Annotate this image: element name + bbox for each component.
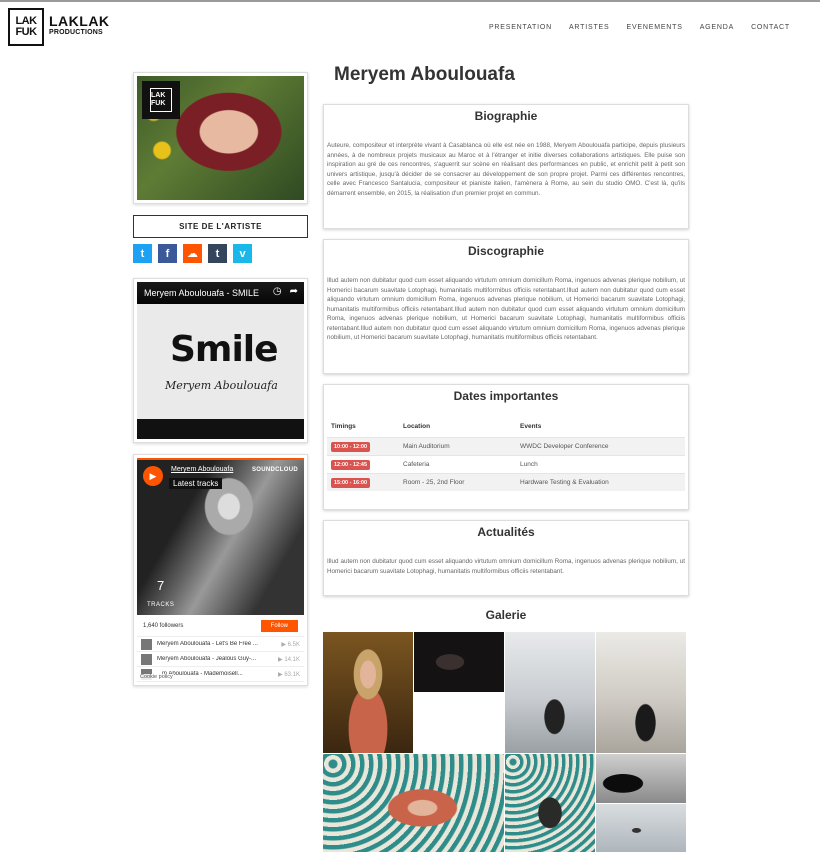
gallery-photo[interactable]	[505, 754, 595, 852]
brand-name: LAKLAK	[49, 13, 110, 29]
col-events: Events	[520, 423, 542, 430]
time-badge: 10:00 - 12:00	[331, 442, 371, 452]
news-card: Actualités Illud autem non dubitatur quo…	[323, 520, 689, 596]
nav-contact[interactable]: CONTACT	[751, 24, 790, 31]
logo-mark: LA K FU K	[8, 8, 44, 46]
watch-later-icon[interactable]: ◷	[273, 286, 282, 297]
artist-photo: LAK FUK	[137, 76, 304, 200]
table-cell: Cafeteria	[399, 455, 516, 474]
track-row[interactable]: Meryem Aboulouafa - Let's Be Free ... ▶ 6…	[137, 637, 304, 652]
table-row: 12:00 - 12:45 Cafeteria Lunch	[327, 455, 685, 474]
video-thumbnail[interactable]: Smile Meryem Aboulouafa	[137, 304, 304, 419]
video-art-subtitle: Meryem Aboulouafa	[165, 379, 278, 392]
site-header: LA K FU K LAKLAK PRODUCTIONS PRESENTATION …	[0, 2, 820, 52]
table-row: 10:00 - 12:00 Main Auditorium WWDC Devel…	[327, 437, 685, 456]
follow-button[interactable]: Follow	[260, 619, 298, 632]
youtube-player[interactable]: Smile Meryem Aboulouafa Meryem Aboulouaf…	[137, 282, 304, 439]
video-art-title: Smile	[170, 329, 279, 370]
table-cell: Hardware Testing & Evaluation	[516, 473, 685, 491]
table-cell: Main Auditorium	[399, 437, 516, 456]
table-cell: WWDC Developer Conference	[516, 437, 685, 456]
share-icon[interactable]: ➦	[290, 286, 298, 297]
gallery-photo[interactable]	[596, 804, 686, 852]
dates-table: Timings Location Events 10:00 - 12:00 Ma…	[327, 419, 685, 491]
track-thumbnail	[141, 653, 152, 665]
biography-card: Biographie Auteure, compositeur et inter…	[323, 104, 689, 229]
track-thumbnail	[141, 638, 152, 650]
soundcloud-footer: 1,640 followers Follow Meryem Aboulouafa…	[137, 615, 304, 682]
soundcloud-artist-link[interactable]: Meryem Aboulouafa	[171, 466, 233, 473]
col-timings: Timings	[331, 423, 356, 430]
photo-logo-badge: LAK FUK	[142, 81, 180, 119]
tumblr-icon[interactable]: t	[208, 244, 227, 263]
main-nav: PRESENTATION ARTISTES EVENEMENTS AGENDA …	[489, 24, 790, 31]
discography-text: Illud autem non dubitatur quod cum esset…	[327, 277, 685, 341]
discography-title: Discographie	[467, 244, 545, 258]
vimeo-icon[interactable]: v	[233, 244, 252, 263]
nav-artistes[interactable]: ARTISTES	[569, 24, 610, 31]
page-title: Meryem Aboulouafa	[334, 64, 515, 85]
news-text: Illud autem non dubitatur quod cum esset…	[327, 558, 685, 575]
photo-gallery	[323, 632, 689, 852]
dates-title: Dates importantes	[453, 389, 559, 403]
artist-main: Meryem Aboulouafa Biographie Auteure, co…	[323, 64, 689, 852]
twitter-icon[interactable]: t	[133, 244, 152, 263]
gallery-photo[interactable]	[323, 754, 504, 852]
soundcloud-icon[interactable]: ☁	[183, 244, 202, 263]
gallery-title: Galerie	[485, 608, 527, 622]
track-row[interactable]: Meryem Aboulouafa - Jealous Guy-... ▶ 14.…	[137, 652, 304, 667]
followers-count: 1,640 followers	[143, 622, 184, 629]
facebook-icon[interactable]: f	[158, 244, 177, 263]
gallery-photo[interactable]	[414, 632, 504, 692]
nav-presentation[interactable]: PRESENTATION	[489, 24, 552, 31]
track-count: 7 TRACKS	[147, 578, 175, 608]
gallery-photo[interactable]	[323, 632, 413, 753]
brand-logo[interactable]: LA K FU K LAKLAK PRODUCTIONS	[8, 8, 110, 46]
soundcloud-player: ▶ Meryem Aboulouafa Latest tracks SOUNDC…	[137, 458, 304, 682]
col-location: Location	[403, 423, 431, 430]
time-badge: 15:00 - 16:00	[331, 478, 371, 488]
time-badge: 12:00 - 12:45	[331, 460, 371, 470]
soundcloud-brand[interactable]: SOUNDCLOUD	[252, 467, 298, 473]
artist-sidebar: LAK FUK SITE DE L'ARTISTE t f ☁ t v Smil…	[133, 72, 308, 686]
cookie-policy-link[interactable]: Cookie policy	[139, 674, 174, 680]
dates-card: Dates importantes Timings Location Event…	[323, 384, 689, 510]
table-row: 15:00 - 16:00 Room - 25, 2nd Floor Hardw…	[327, 473, 685, 491]
artist-site-button[interactable]: SITE DE L'ARTISTE	[133, 215, 308, 238]
gallery-photo[interactable]	[596, 632, 686, 753]
video-embed-card: Smile Meryem Aboulouafa Meryem Aboulouaf…	[133, 278, 308, 443]
nav-agenda[interactable]: AGENDA	[700, 24, 734, 31]
gallery-photo[interactable]	[596, 754, 686, 803]
news-title: Actualités	[477, 525, 535, 539]
nav-evenements[interactable]: EVENEMENTS	[626, 24, 682, 31]
play-icon[interactable]: ▶	[143, 466, 163, 486]
table-cell: Room - 25, 2nd Floor	[399, 473, 516, 491]
brand-sub: PRODUCTIONS	[49, 29, 103, 36]
biography-title: Biographie	[474, 109, 538, 123]
biography-text: Auteure, compositeur et interprète vivan…	[327, 142, 685, 197]
table-cell: Lunch	[516, 455, 685, 474]
soundcloud-widget-card: ▶ Meryem Aboulouafa Latest tracks SOUNDC…	[133, 454, 308, 686]
gallery-photo[interactable]	[505, 632, 595, 753]
artist-photo-card: LAK FUK	[133, 72, 308, 204]
soundcloud-latest-label: Latest tracks	[169, 478, 223, 489]
social-links: t f ☁ t v	[133, 244, 308, 263]
discography-card: Discographie Illud autem non dubitatur q…	[323, 239, 689, 374]
